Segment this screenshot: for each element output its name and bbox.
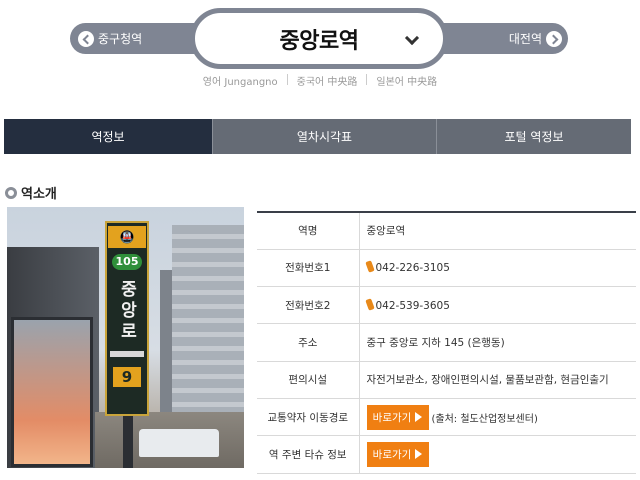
- table-row: 편의시설 자전거보관소, 장애인편의시설, 물품보관함, 현금인출기: [257, 361, 636, 399]
- station-selector[interactable]: 중앙로역: [190, 8, 448, 69]
- tab-portal-info[interactable]: 포털 역정보: [436, 119, 631, 154]
- station-sign: 🚇 105 중앙로 9: [105, 221, 149, 416]
- sign-subtitle-bar: [110, 351, 144, 357]
- prev-station-link[interactable]: 중구청역: [78, 23, 142, 54]
- phone2-value: 042-539-3605: [375, 299, 450, 312]
- table-row: 전화번호1 042-226-3105: [257, 249, 636, 288]
- source-note: (출처: 철도산업정보센터): [431, 413, 538, 425]
- translation-japanese: 일본어 中央路: [376, 77, 438, 88]
- sign-station-name: 중앙로: [116, 280, 137, 343]
- car: [139, 429, 219, 457]
- table-row: 전화번호2 042-539-3605: [257, 286, 636, 325]
- address-value: 중구 중앙로 지하 145 (은행동): [359, 323, 636, 362]
- station-photo: 🚇 105 중앙로 9: [7, 207, 244, 468]
- tashu-info-button[interactable]: 바로가기: [366, 441, 429, 467]
- building-right: [160, 225, 244, 440]
- phone1-cell: 042-226-3105: [359, 249, 636, 288]
- table-row: 역명 중앙로역: [257, 212, 636, 250]
- phone1-value: 042-226-3105: [375, 262, 450, 275]
- translation-english: 영어 Jungangno: [202, 77, 278, 88]
- button-label: 바로가기: [372, 448, 412, 461]
- row-label: 주소: [257, 323, 360, 362]
- phone-icon: [364, 260, 375, 274]
- chevron-left-icon: [78, 30, 94, 47]
- current-station-name: 중앙로역: [279, 28, 359, 54]
- next-station-link[interactable]: 대전역: [509, 23, 562, 54]
- station-name-translations: 영어 Jungangno 중국어 中央路 일본어 中央路: [0, 73, 640, 88]
- next-station-label: 대전역: [508, 32, 542, 46]
- chevron-down-icon[interactable]: [404, 30, 420, 46]
- translation-chinese: 중국어 中央路: [296, 77, 358, 88]
- mobility-route-cell: 바로가기 (출처: 철도산업정보센터): [359, 398, 636, 437]
- play-arrow-icon: [415, 412, 423, 423]
- phone2-cell: 042-539-3605: [359, 286, 636, 325]
- tashu-info-cell: 바로가기: [359, 435, 636, 474]
- chevron-right-icon: [546, 30, 562, 47]
- sign-post: [123, 416, 133, 468]
- prev-station-label: 중구청역: [98, 32, 143, 46]
- row-label: 편의시설: [257, 361, 360, 399]
- row-label: 전화번호2: [257, 286, 360, 325]
- table-row: 주소 중구 중앙로 지하 145 (은행동): [257, 323, 636, 362]
- play-arrow-icon: [415, 449, 423, 460]
- tab-timetable[interactable]: 열차시각표: [212, 119, 436, 154]
- station-info-table: 역명 중앙로역 전화번호1 042-226-3105 전화번호2 042-539…: [257, 211, 636, 474]
- tab-station-info[interactable]: 역정보: [4, 119, 212, 154]
- tab-bar: 역정보 열차시각표 포털 역정보: [4, 119, 631, 154]
- mobility-route-button[interactable]: 바로가기: [366, 404, 429, 430]
- row-label: 전화번호1: [257, 249, 360, 288]
- section-heading: 역소개: [5, 183, 57, 202]
- phone-icon: [364, 298, 375, 311]
- sign-line-number: 105: [112, 254, 142, 270]
- button-label: 바로가기: [372, 411, 412, 424]
- row-label: 역명: [257, 212, 360, 250]
- station-name-value: 중앙로역: [359, 212, 636, 250]
- entrance-canopy: [11, 317, 93, 467]
- row-label: 역 주변 타슈 정보: [257, 435, 360, 474]
- row-label: 교통약자 이동경로: [257, 398, 360, 437]
- bullet-ring-icon: [5, 186, 17, 199]
- table-row: 교통약자 이동경로 바로가기 (출처: 철도산업정보센터): [257, 398, 636, 437]
- sign-exit-number: 9: [113, 367, 141, 387]
- train-icon: 🚇: [108, 226, 146, 248]
- section-title: 역소개: [21, 187, 57, 202]
- table-row: 역 주변 타슈 정보 바로가기: [257, 435, 636, 474]
- facilities-value: 자전거보관소, 장애인편의시설, 물품보관함, 현금인출기: [359, 361, 636, 399]
